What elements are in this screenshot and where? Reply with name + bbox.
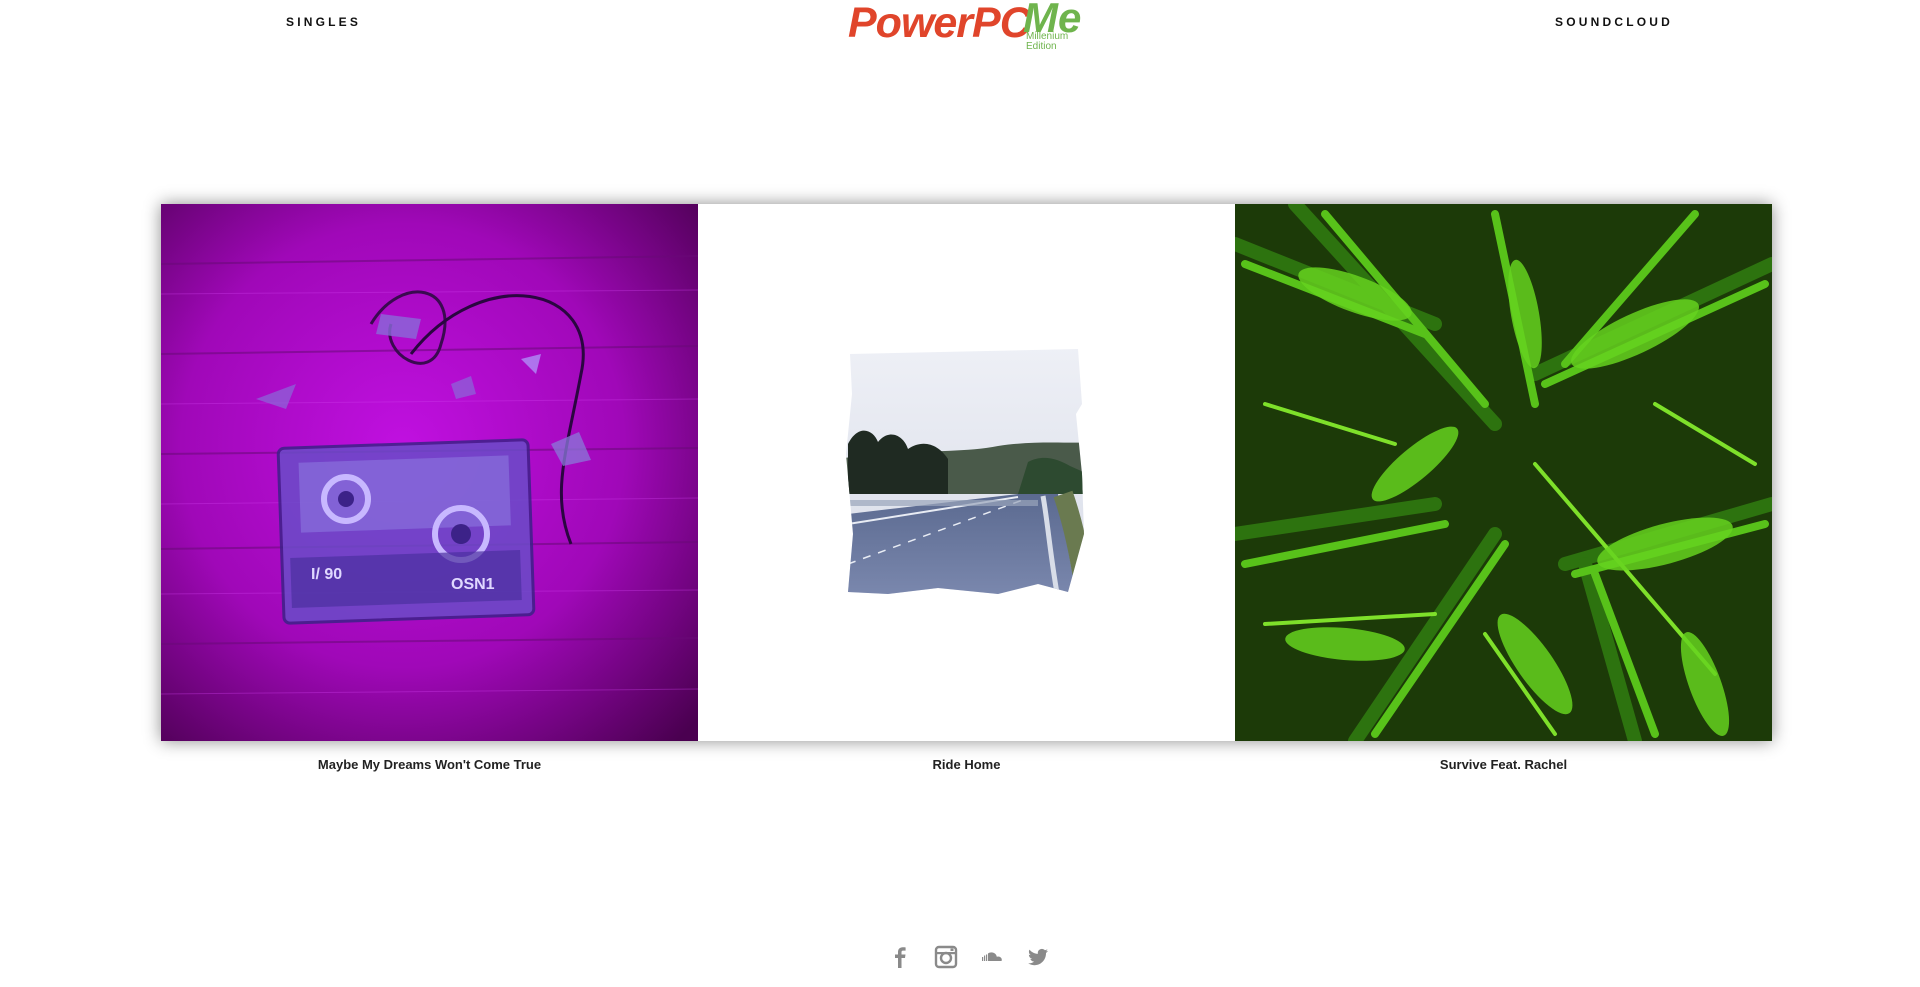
single-cover-2[interactable]	[698, 204, 1235, 741]
single-title-1[interactable]: Maybe My Dreams Won't Come True	[161, 757, 698, 772]
single-title-3[interactable]: Survive Feat. Rachel	[1235, 757, 1772, 772]
nav-singles-link[interactable]: SINGLES	[286, 15, 361, 29]
singles-gallery: I/ 90 OSN1	[161, 204, 1772, 741]
single-title-2[interactable]: Ride Home	[698, 757, 1235, 772]
fern-art	[1235, 204, 1772, 741]
logo-main-text: PowerPC	[848, 0, 1031, 47]
logo-subtitle-line2: Edition	[1026, 41, 1057, 52]
logo-subtitle: Millenium Edition	[1026, 32, 1068, 52]
soundcloud-icon[interactable]	[979, 944, 1005, 970]
svg-text:I/ 90: I/ 90	[311, 566, 342, 583]
instagram-icon[interactable]	[933, 944, 959, 970]
site-logo[interactable]: PowerPC Me Millenium Edition	[848, 0, 1088, 58]
twitter-icon[interactable]	[1025, 944, 1051, 970]
facebook-icon[interactable]	[887, 944, 913, 970]
site-header: SINGLES PowerPC Me Millenium Edition SOU…	[0, 0, 1920, 70]
singles-captions: Maybe My Dreams Won't Come True Ride Hom…	[161, 757, 1772, 772]
purple-cassette-art: I/ 90 OSN1	[161, 204, 698, 741]
single-cover-1[interactable]: I/ 90 OSN1	[161, 204, 698, 741]
svg-text:OSN1: OSN1	[451, 576, 495, 593]
social-links	[887, 944, 1051, 970]
single-cover-3[interactable]	[1235, 204, 1772, 741]
road-photo-art	[846, 349, 1084, 594]
nav-soundcloud-link[interactable]: SOUNDCLOUD	[1555, 15, 1673, 29]
page: SINGLES PowerPC Me Millenium Edition SOU…	[0, 0, 1920, 987]
